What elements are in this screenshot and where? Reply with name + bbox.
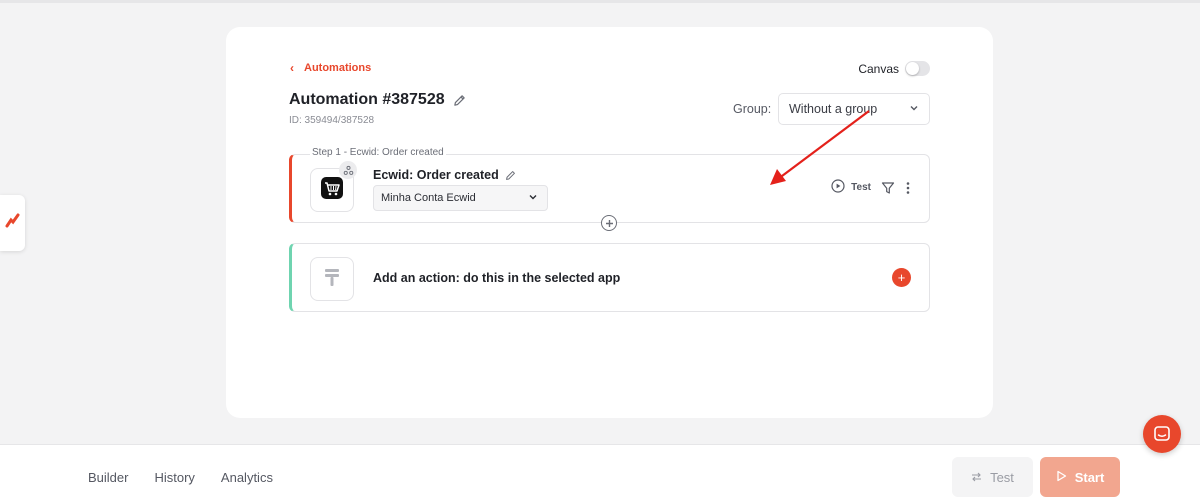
action-app-icon-box (310, 257, 354, 301)
trigger-step-card[interactable]: Ecwid: Order created Minha Conta Ecwid T… (289, 154, 930, 223)
group-label: Group: (733, 102, 772, 116)
toggle-knob (906, 62, 919, 75)
webhook-icon (339, 161, 357, 179)
title-row: Automation #387528 (289, 91, 466, 109)
step-caption: Step 1 - Ecwid: Order created (310, 147, 446, 158)
add-action-button[interactable]: + (892, 268, 911, 287)
plus-icon: + (897, 270, 906, 285)
canvas-toggle-group: Canvas (858, 61, 930, 76)
play-icon (1056, 470, 1067, 485)
chat-icon[interactable] (1143, 415, 1181, 453)
placeholder-app-icon (323, 267, 341, 292)
test-button[interactable]: Test (952, 457, 1033, 497)
chevron-down-icon (528, 192, 538, 205)
page-title: Automation #387528 (289, 91, 445, 108)
group-select[interactable]: Without a group (778, 93, 930, 125)
test-step-label: Test (851, 182, 871, 193)
plus-circle-icon[interactable] (601, 215, 617, 231)
start-button[interactable]: Start (1040, 457, 1120, 497)
chevron-left-icon: ‹ (290, 61, 294, 75)
account-select-value: Minha Conta Ecwid (381, 192, 476, 204)
test-step-button[interactable]: Test (831, 179, 871, 196)
start-button-label: Start (1074, 469, 1105, 485)
top-border (0, 0, 1200, 3)
bottom-bar: Builder History Analytics Test Start (0, 444, 1200, 504)
account-select[interactable]: Minha Conta Ecwid (373, 185, 548, 211)
group-select-value: Without a group (789, 102, 878, 116)
trigger-tools: Test (831, 179, 911, 196)
canvas-toggle[interactable] (905, 61, 930, 76)
automation-id: ID: 359494/387528 (289, 115, 375, 126)
sidebar-toggle[interactable] (0, 195, 25, 251)
tab-analytics[interactable]: Analytics (221, 470, 273, 485)
back-link-label: Automations (304, 62, 372, 74)
pencil-icon[interactable] (453, 94, 466, 107)
trigger-name: Ecwid: Order created (373, 168, 499, 182)
logo-slash-icon (5, 213, 21, 234)
shopping-cart-icon (321, 176, 343, 204)
pencil-icon[interactable] (505, 170, 516, 181)
automation-card: ‹ Automations Canvas Automation #387528 … (226, 27, 993, 418)
add-action-card[interactable]: Add an action: do this in the selected a… (289, 243, 930, 312)
test-button-label: Test (990, 469, 1014, 485)
tab-builder[interactable]: Builder (88, 470, 128, 485)
canvas-label: Canvas (858, 61, 899, 76)
play-circle-icon (831, 179, 845, 196)
add-action-label: Add an action: do this in the selected a… (373, 271, 621, 285)
back-to-automations-link[interactable]: ‹ Automations (290, 62, 371, 74)
bottom-tabs: Builder History Analytics (88, 470, 273, 485)
vertical-dots-icon[interactable] (905, 181, 911, 195)
swap-arrows-icon (971, 470, 982, 485)
filter-icon[interactable] (881, 181, 895, 195)
tab-history[interactable]: History (154, 470, 194, 485)
trigger-name-row: Ecwid: Order created (373, 168, 516, 182)
chevron-down-icon (909, 102, 919, 116)
